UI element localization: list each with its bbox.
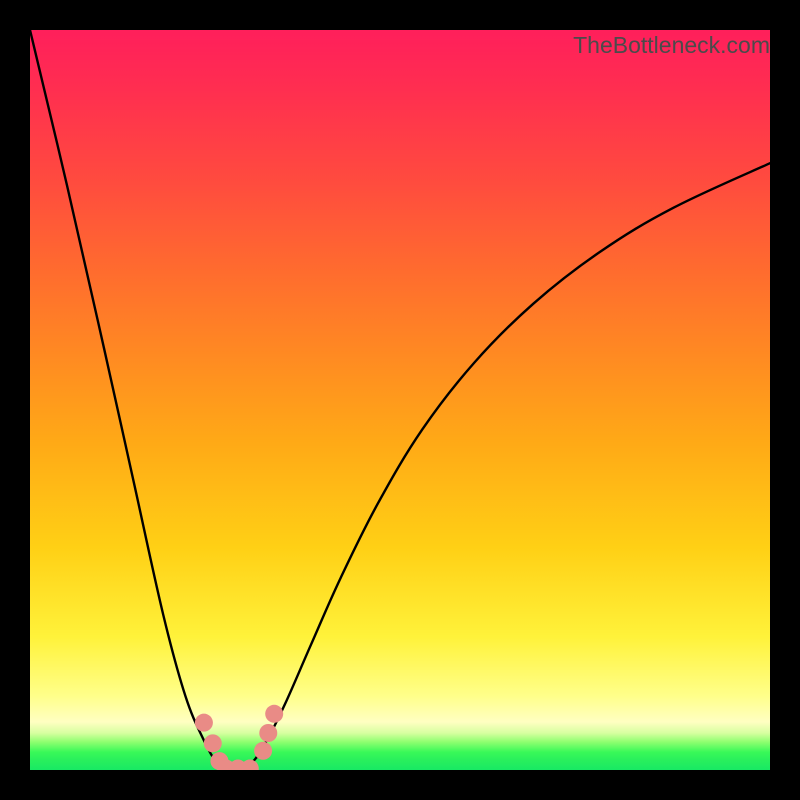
- plot-area: TheBottleneck.com: [30, 30, 770, 770]
- watermark-text: TheBottleneck.com: [573, 32, 770, 59]
- highlight-dot: [195, 714, 213, 732]
- highlight-dot: [254, 742, 272, 760]
- highlight-dot: [241, 760, 259, 770]
- curve-layer: [30, 30, 770, 770]
- bottleneck-curve: [30, 30, 770, 770]
- highlight-dot: [259, 724, 277, 742]
- highlight-dots: [195, 705, 283, 770]
- chart-frame: TheBottleneck.com: [0, 0, 800, 800]
- highlight-dot: [204, 734, 222, 752]
- highlight-dot: [265, 705, 283, 723]
